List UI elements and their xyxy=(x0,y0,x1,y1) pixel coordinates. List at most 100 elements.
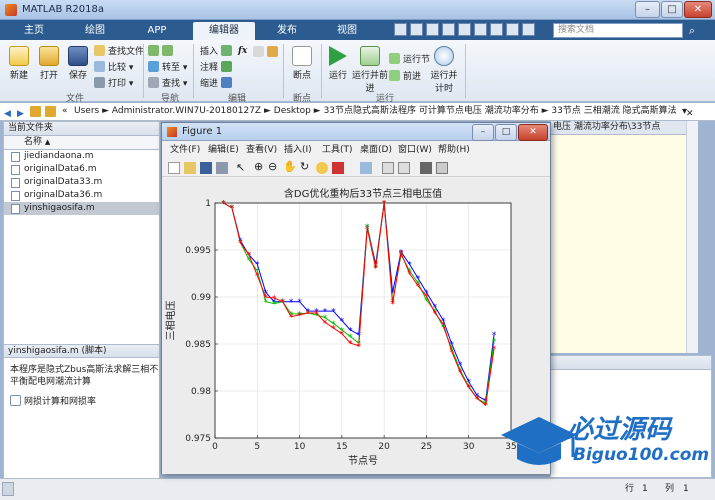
plot-area xyxy=(214,202,512,439)
hide-plot-tools-icon[interactable] xyxy=(420,162,432,174)
search-icon[interactable]: ⌕ xyxy=(689,24,695,38)
details-header[interactable]: yinshigaosifa.m (脚本) xyxy=(4,344,159,358)
browse-folder-icon[interactable] xyxy=(45,106,56,117)
new-figure-icon[interactable] xyxy=(168,162,180,174)
details-item: 网损计算和网损率 xyxy=(10,395,160,408)
up-folder-icon[interactable] xyxy=(30,106,41,117)
breadcrumb-current-folder[interactable]: 33节点 三相潮流 隐式高斯算法 xyxy=(551,106,676,116)
pan-icon[interactable]: ✋ xyxy=(283,160,297,173)
legend-icon[interactable] xyxy=(398,162,410,174)
save-figure-icon[interactable] xyxy=(200,162,212,174)
figure-close-button[interactable]: ✕ xyxy=(518,124,548,141)
m-file-icon xyxy=(11,165,20,175)
goto-button[interactable]: 转至 ▾ xyxy=(148,61,187,75)
minimize-button[interactable]: – xyxy=(635,1,660,18)
tab-plots[interactable]: 绘图 xyxy=(70,22,120,40)
name-column-header[interactable]: 名称 ▲ xyxy=(4,136,159,150)
zoom-in-icon[interactable]: ⊕ xyxy=(254,160,263,173)
zoom-out-icon[interactable]: ⊖ xyxy=(268,160,277,173)
series-marker: * xyxy=(255,272,260,282)
comment-button[interactable]: 注释 xyxy=(200,61,235,75)
compare-button[interactable]: 比较 ▾ xyxy=(94,61,133,75)
tab-apps[interactable]: APP xyxy=(132,22,182,40)
breadcrumb-separator: ► xyxy=(102,106,109,116)
breadcrumb-desktop[interactable]: Desktop xyxy=(274,106,311,116)
print-button[interactable]: 打印 ▾ xyxy=(94,77,133,91)
forward-icon[interactable]: ▶ xyxy=(17,106,28,119)
goto-label: 转至 xyxy=(162,63,181,73)
print-figure-icon[interactable] xyxy=(216,162,228,174)
editor-area[interactable]: 电压 潮流功率分布\33节点 xyxy=(550,121,695,353)
menu-desktop[interactable]: 桌面(D) xyxy=(360,142,392,158)
find-button[interactable]: 查找 ▾ xyxy=(148,77,187,91)
quick-help-icon[interactable] xyxy=(506,23,519,36)
editor-scrollbar[interactable] xyxy=(686,121,698,353)
quick-switch-icon[interactable] xyxy=(490,23,503,36)
run-time-button[interactable]: 运行并计时 xyxy=(428,46,460,94)
series-marker: * xyxy=(348,340,353,350)
quick-save-icon[interactable] xyxy=(394,23,407,36)
new-button[interactable]: 新建 xyxy=(4,46,34,81)
file-item[interactable]: originalData36.m xyxy=(4,189,159,202)
breadcrumb-users[interactable]: Users xyxy=(74,106,99,116)
find-file-button[interactable]: 查找文件 xyxy=(94,45,144,59)
show-plot-tools-icon[interactable] xyxy=(436,162,448,174)
breadcrumb-program-folder[interactable]: 33节点隐式高斯法程序 可计算节点电压 潮流功率分布 xyxy=(324,106,539,116)
tab-home[interactable]: 主页 xyxy=(14,22,54,40)
figure-maximize-button[interactable]: □ xyxy=(495,124,517,141)
pointer-icon[interactable]: ↖ xyxy=(236,161,245,174)
close-button[interactable]: ✕ xyxy=(684,1,712,18)
run-advance-button[interactable]: 运行并前进 xyxy=(352,46,388,94)
menu-view[interactable]: 查看(V) xyxy=(246,142,277,158)
x-tick-label: 20 xyxy=(378,442,390,452)
file-item-selected[interactable]: yinshigaosifa.m xyxy=(4,202,159,215)
figure-title-bar[interactable]: Figure 1 – □ ✕ xyxy=(162,123,550,141)
y-tick-label: 0.99 xyxy=(191,293,211,303)
rotate-icon[interactable]: ↻ xyxy=(300,160,309,173)
menu-tools[interactable]: 工具(T) xyxy=(322,142,353,158)
quick-cut-icon[interactable] xyxy=(410,23,423,36)
menu-help[interactable]: 帮助(H) xyxy=(438,142,470,158)
menu-edit[interactable]: 编辑(E) xyxy=(208,142,239,158)
search-documentation-input[interactable]: 搜索文档 xyxy=(553,23,683,38)
edit-extra-icons[interactable] xyxy=(253,46,281,90)
nav-back-forward[interactable] xyxy=(148,45,176,59)
quick-redo-icon[interactable] xyxy=(474,23,487,36)
breadcrumb[interactable]: Users ► Administrator.WIN7U-20180127Z ► … xyxy=(74,103,677,120)
brush-icon[interactable] xyxy=(332,162,344,174)
link-plot-icon[interactable] xyxy=(360,162,372,174)
editor-close-icon[interactable]: ✕ xyxy=(686,109,694,119)
file-item[interactable]: originalData6.m xyxy=(4,163,159,176)
figure-window[interactable]: Figure 1 – □ ✕ 文件(F) 编辑(E) 查看(V) 插入(I) 工… xyxy=(161,122,551,474)
quick-copy-icon[interactable] xyxy=(426,23,439,36)
tab-editor[interactable]: 编辑器 xyxy=(193,22,255,40)
run-section-button[interactable]: 运行节 xyxy=(389,53,430,67)
tab-publish[interactable]: 发布 xyxy=(262,22,312,40)
menu-file[interactable]: 文件(F) xyxy=(170,142,200,158)
editor-tab-path[interactable]: 电压 潮流功率分布\33节点 xyxy=(551,121,695,135)
quick-undo-icon[interactable] xyxy=(458,23,471,36)
run-button[interactable]: 运行 xyxy=(324,46,352,81)
breakpoint-button[interactable]: 断点 xyxy=(286,46,318,81)
menu-insert[interactable]: 插入(I) xyxy=(284,142,312,158)
fx-button[interactable]: fx xyxy=(238,44,247,58)
maximize-button[interactable]: □ xyxy=(661,1,683,18)
menu-window[interactable]: 窗口(W) xyxy=(398,142,432,158)
quick-paste-icon[interactable] xyxy=(442,23,455,36)
colorbar-icon[interactable] xyxy=(382,162,394,174)
data-cursor-icon[interactable] xyxy=(316,162,328,174)
open-file-icon[interactable] xyxy=(184,162,196,174)
open-button[interactable]: 打开 xyxy=(34,46,64,81)
advance-button[interactable]: 前进 xyxy=(389,70,421,84)
save-button[interactable]: 保存 xyxy=(63,46,93,81)
file-item[interactable]: originalData33.m xyxy=(4,176,159,189)
insert-button[interactable]: 插入 xyxy=(200,45,235,59)
workspace-header[interactable] xyxy=(551,356,711,370)
breadcrumb-admin[interactable]: Administrator.WIN7U-20180127Z xyxy=(112,106,261,116)
indent-button[interactable]: 缩进 xyxy=(200,77,235,91)
file-item[interactable]: jiediandaona.m xyxy=(4,150,159,163)
back-icon[interactable]: ◀ xyxy=(4,106,15,119)
figure-minimize-button[interactable]: – xyxy=(472,124,494,141)
tab-view[interactable]: 视图 xyxy=(322,22,372,40)
quick-more-icon[interactable] xyxy=(522,23,535,36)
